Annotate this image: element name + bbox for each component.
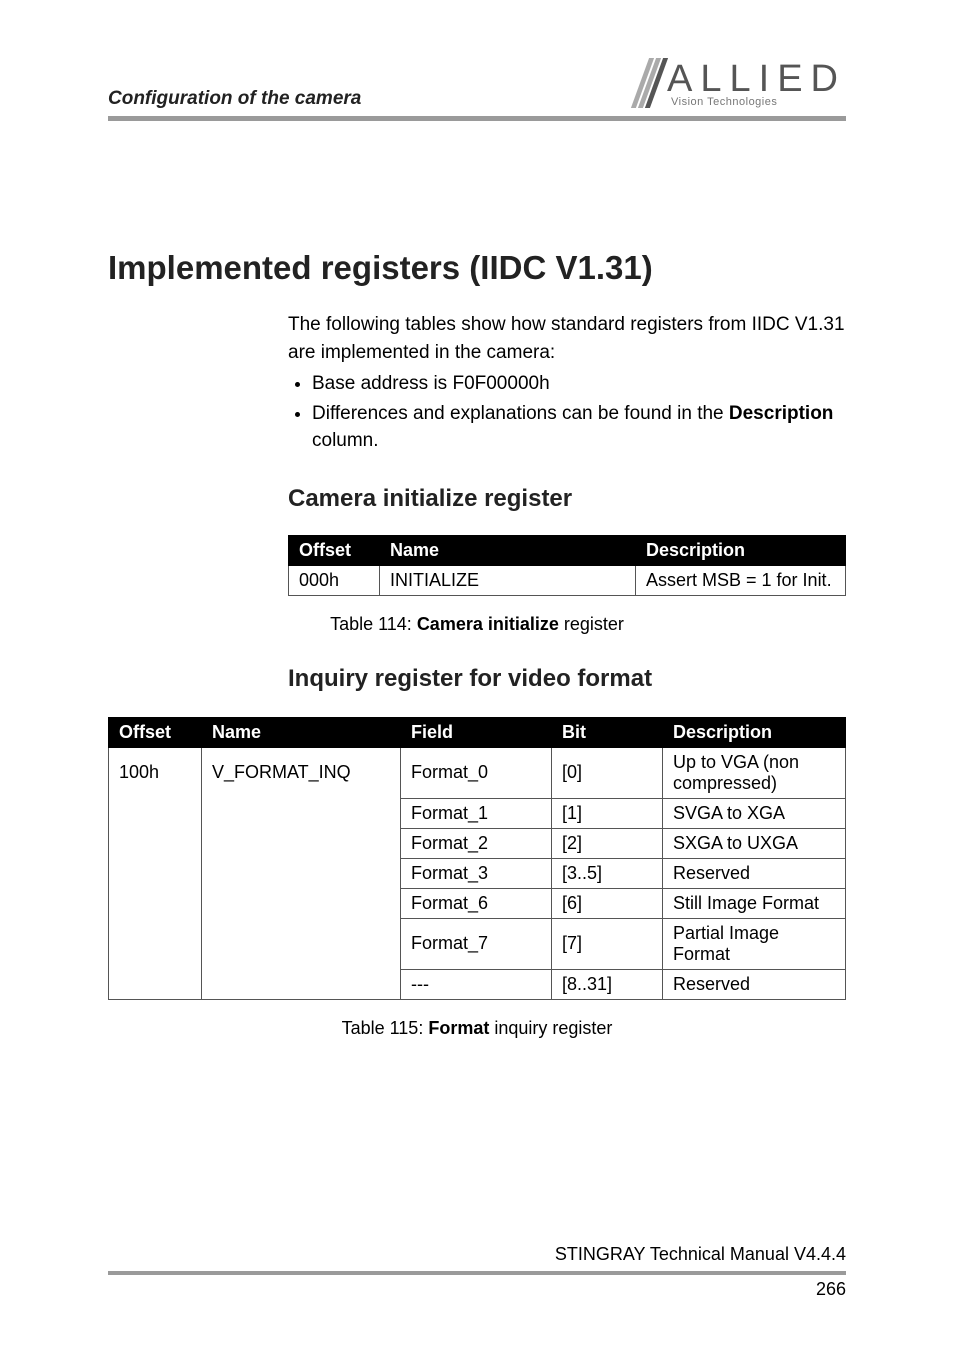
table-header-row: Offset Name Field Bit Description	[109, 717, 846, 747]
table-header-row: Offset Name Description	[289, 535, 846, 565]
page-footer: STINGRAY Technical Manual V4.4.4 266	[108, 1244, 846, 1300]
col-bit: Bit	[552, 717, 663, 747]
intro-bullet-2: Differences and explanations can be foun…	[312, 400, 846, 455]
table-row: Format_1 [1] SVGA to XGA	[109, 798, 846, 828]
col-offset: Offset	[109, 717, 202, 747]
intro-bullet-1: Base address is F0F00000h	[312, 370, 846, 398]
format-inquiry-table: Offset Name Field Bit Description 100h V…	[108, 717, 846, 1000]
footer-doc-title: STINGRAY Technical Manual V4.4.4	[108, 1244, 846, 1265]
table-caption-115: Table 115: Format inquiry register	[108, 1018, 846, 1039]
page-heading: Implemented registers (IIDC V1.31)	[108, 249, 846, 287]
subheading-camera-initialize: Camera initialize register	[288, 485, 846, 513]
subheading-inquiry-register: Inquiry register for video format	[288, 665, 846, 693]
header-section-title: Configuration of the camera	[108, 88, 361, 110]
table-row: Format_2 [2] SXGA to UXGA	[109, 828, 846, 858]
col-offset: Offset	[289, 535, 380, 565]
table-row: 100h V_FORMAT_INQ Format_0 [0] Up to VGA…	[109, 747, 846, 798]
table-caption-114: Table 114: Camera initialize register	[108, 614, 846, 635]
col-description: Description	[636, 535, 846, 565]
table-row: Format_6 [6] Still Image Format	[109, 888, 846, 918]
intro-body: The following tables show how standard r…	[288, 311, 846, 455]
brand-logo: ALLIED Vision Technologies	[640, 58, 846, 110]
table-row: Format_3 [3..5] Reserved	[109, 858, 846, 888]
col-field: Field	[401, 717, 552, 747]
footer-divider	[108, 1271, 846, 1275]
table-row: Format_7 [7] Partial Image Format	[109, 918, 846, 969]
page-header: Configuration of the camera ALLIED Visio…	[108, 0, 846, 110]
col-name: Name	[202, 717, 401, 747]
camera-initialize-table: Offset Name Description 000h INITIALIZE …	[288, 535, 846, 596]
table-row: 000h INITIALIZE Assert MSB = 1 for Init.	[289, 565, 846, 595]
logo-slashes-icon	[640, 58, 661, 110]
table-row: --- [8..31] Reserved	[109, 969, 846, 999]
logo-main-text: ALLIED	[667, 60, 846, 98]
col-name: Name	[380, 535, 636, 565]
page-number: 266	[108, 1279, 846, 1300]
intro-paragraph: The following tables show how standard r…	[288, 311, 846, 366]
col-description: Description	[663, 717, 846, 747]
header-divider	[108, 116, 846, 121]
